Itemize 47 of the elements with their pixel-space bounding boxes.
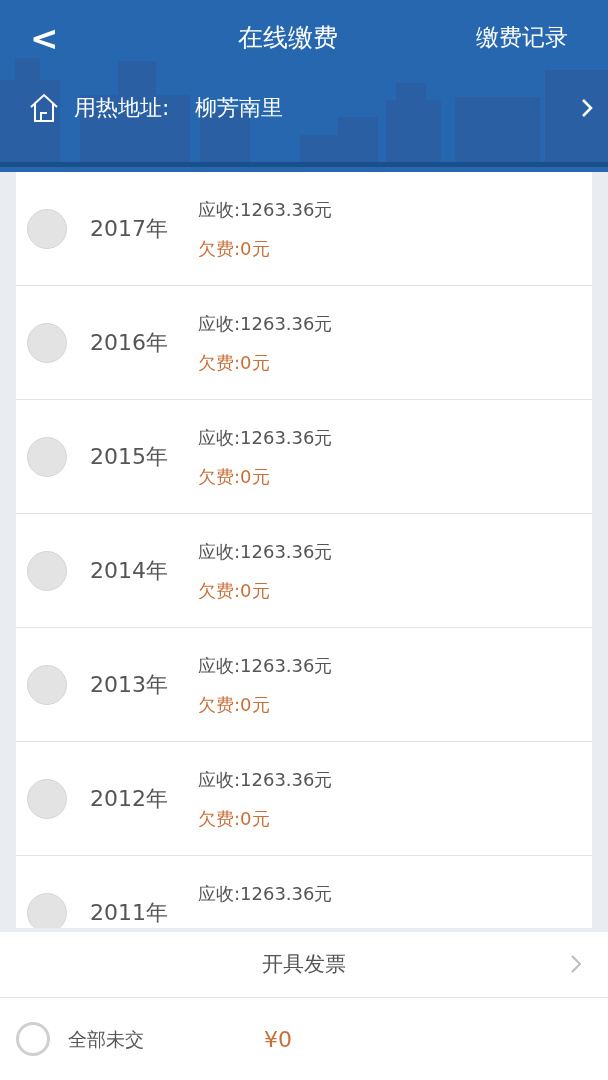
year-label: 2015年 bbox=[90, 443, 169, 471]
radio-button[interactable] bbox=[27, 322, 67, 363]
year-label: 2013年 bbox=[90, 671, 169, 699]
receivable-amount: 应收:1263.36元 bbox=[198, 653, 333, 678]
year-label: 2016年 bbox=[90, 329, 169, 357]
receivable-amount: 应收:1263.36元 bbox=[198, 197, 333, 222]
receivable-amount: 应收:1263.36元 bbox=[198, 311, 333, 336]
page-title: 在线缴费 bbox=[237, 21, 339, 54]
radio-button[interactable] bbox=[27, 892, 67, 928]
year-label: 2012年 bbox=[90, 785, 169, 813]
bill-row[interactable]: 2016年 应收:1263.36元 欠费:0元 bbox=[16, 286, 592, 400]
bill-row[interactable]: 2013年 应收:1263.36元 欠费:0元 bbox=[16, 628, 592, 742]
receivable-amount: 应收:1263.36元 bbox=[198, 425, 333, 450]
home-icon bbox=[28, 91, 60, 124]
payment-history-link[interactable]: 缴费记录 bbox=[476, 20, 578, 55]
chevron-right-icon bbox=[570, 954, 582, 974]
radio-button[interactable] bbox=[27, 778, 67, 819]
receivable-amount: 应收:1263.36元 bbox=[198, 539, 333, 564]
select-all-label: 全部未交 bbox=[68, 1026, 144, 1052]
address-value: 柳芳南里 bbox=[195, 94, 285, 122]
invoice-label: 开具发票 bbox=[262, 950, 346, 978]
total-amount: ¥0 bbox=[264, 1025, 292, 1054]
owed-amount: 欠费:0元 bbox=[198, 806, 271, 831]
owed-amount: 欠费:0元 bbox=[198, 464, 271, 489]
address-label: 用热地址: bbox=[74, 94, 170, 122]
bill-row[interactable]: 2012年 应收:1263.36元 欠费:0元 bbox=[16, 742, 592, 856]
back-button[interactable]: < bbox=[30, 20, 70, 55]
radio-button[interactable] bbox=[27, 208, 67, 249]
bill-row[interactable]: 2014年 应收:1263.36元 欠费:0元 bbox=[16, 514, 592, 628]
owed-amount: 欠费:0元 bbox=[198, 692, 271, 717]
chevron-right-icon bbox=[580, 96, 594, 119]
bill-row[interactable]: 2015年 应收:1263.36元 欠费:0元 bbox=[16, 400, 592, 514]
owed-amount: 欠费:0元 bbox=[198, 236, 271, 261]
radio-button[interactable] bbox=[27, 664, 67, 705]
radio-button[interactable] bbox=[16, 1022, 50, 1056]
owed-amount: 欠费:0元 bbox=[198, 578, 271, 603]
radio-button[interactable] bbox=[27, 550, 67, 591]
radio-button[interactable] bbox=[27, 436, 67, 477]
invoice-row[interactable]: 开具发票 bbox=[0, 932, 608, 998]
year-label: 2017年 bbox=[90, 215, 169, 243]
year-label: 2011年 bbox=[90, 899, 169, 927]
address-row[interactable]: 用热地址: 柳芳南里 bbox=[0, 75, 608, 140]
owed-amount: 欠费:0元 bbox=[198, 350, 271, 375]
receivable-amount: 应收:1263.36元 bbox=[198, 767, 333, 792]
receivable-amount: 应收:1263.36元 bbox=[198, 881, 333, 906]
year-label: 2014年 bbox=[90, 557, 169, 585]
bill-row[interactable]: 2017年 应收:1263.36元 欠费:0元 bbox=[16, 172, 592, 286]
